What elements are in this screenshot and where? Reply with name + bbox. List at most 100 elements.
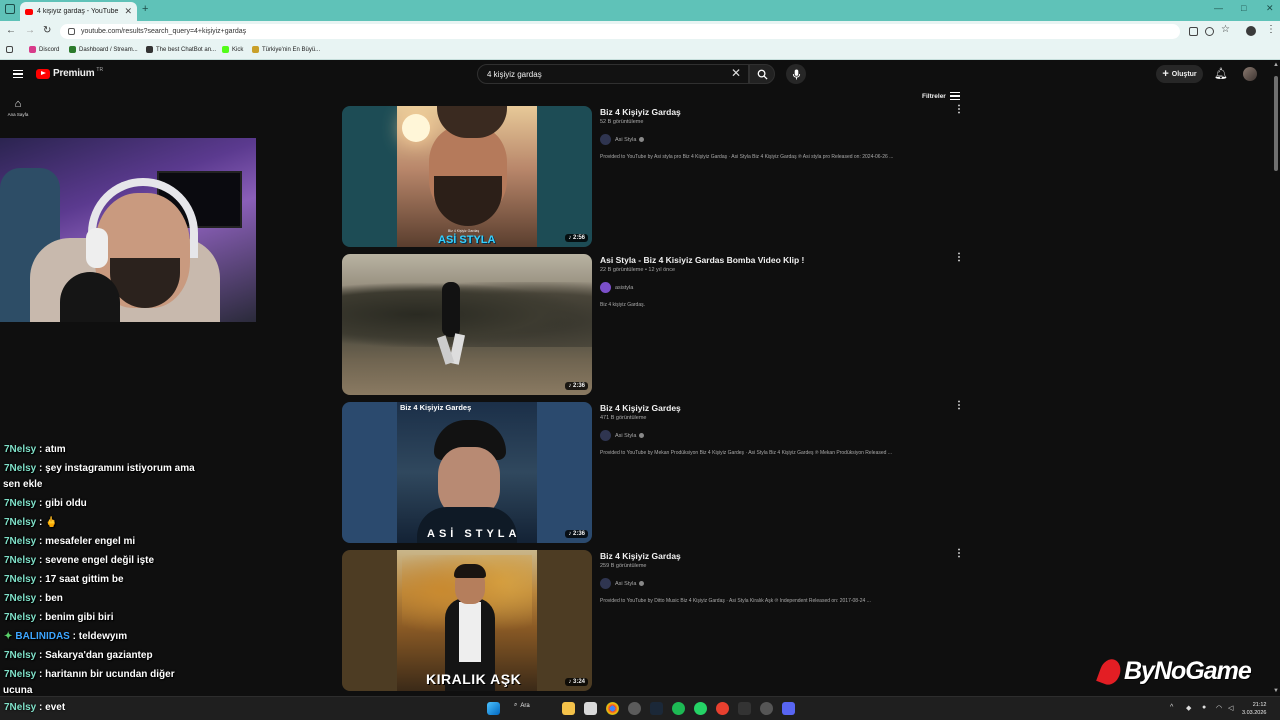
apps-grid-icon[interactable]: [6, 46, 16, 53]
thumbnail-title-text: Biz 4 Kişiyiz Gardeş: [400, 403, 472, 412]
system-clock[interactable]: 21:12 3.03.2026: [1242, 701, 1266, 717]
site-info-icon[interactable]: [68, 28, 75, 35]
search-icon: ⌕: [514, 702, 518, 708]
streamlabs-icon: [69, 46, 76, 53]
menu-hamburger-icon[interactable]: [13, 70, 23, 78]
kick-icon: [222, 46, 229, 53]
channel-link[interactable]: Asi Styla: [600, 134, 960, 145]
video-meta: 471 B görüntüleme: [600, 415, 647, 421]
bookmark-discord[interactable]: Discord: [29, 46, 59, 53]
new-tab-button[interactable]: +: [142, 3, 148, 15]
account-avatar[interactable]: [1243, 67, 1257, 81]
chat-message-latest: 7Nelsy : evet: [4, 702, 66, 713]
tray-chevron-icon[interactable]: ^: [1170, 704, 1173, 711]
tray-app-icon[interactable]: ◆: [1186, 704, 1191, 712]
filters-button[interactable]: Filtreler: [922, 92, 960, 100]
more-actions-icon[interactable]: ⋮: [954, 549, 964, 559]
video-result-3[interactable]: Biz 4 Kişiyiz Gardeş ASİ STYLA ♪ 2:36 Bi…: [342, 401, 964, 543]
sidebar-item-home[interactable]: ⌂ Ana Sayfa: [4, 98, 32, 117]
video-title[interactable]: Asi Styla - Biz 4 Kisiyiz Gardas Bomba V…: [600, 254, 960, 266]
eye-off-icon[interactable]: [1205, 27, 1214, 36]
bynogame-mark-icon: [1096, 655, 1124, 688]
more-actions-icon[interactable]: ⋮: [954, 401, 964, 411]
bookmark-dashboard[interactable]: Dashboard / Stream...: [69, 46, 138, 53]
scroll-up-icon[interactable]: ▲: [1273, 62, 1279, 68]
youtube-premium-logo[interactable]: Premium TR: [36, 67, 103, 79]
video-title[interactable]: Biz 4 Kişiyiz Gardaş: [600, 106, 960, 118]
search-button[interactable]: [749, 64, 775, 84]
video-result-2[interactable]: ♪ 2:36 Asi Styla - Biz 4 Kisiyiz Gardas …: [342, 253, 964, 395]
whatsapp-icon[interactable]: [694, 702, 707, 715]
reload-icon[interactable]: ↻: [43, 25, 51, 36]
duration-badge: ♪ 2:56: [565, 234, 588, 242]
chat-message: 7Nelsy : şey instagramını istiyorum ama s…: [3, 463, 195, 490]
forward-icon[interactable]: →: [25, 25, 35, 36]
cast-icon[interactable]: [1189, 27, 1198, 36]
chatgpt-icon[interactable]: [760, 702, 773, 715]
app-icon[interactable]: [738, 702, 751, 715]
obs-icon[interactable]: [716, 702, 729, 715]
chrome-icon[interactable]: [606, 702, 619, 715]
channel-link[interactable]: Asi Styla: [600, 430, 960, 441]
tab-search-icon[interactable]: [5, 4, 15, 14]
bookmark-chatbot[interactable]: The best ChatBot an...: [146, 46, 216, 53]
home-icon: ⌂: [14, 98, 22, 110]
video-result-4[interactable]: KIRALIK AŞK ♪ 3:24 Biz 4 Kişiyiz Gardaş …: [342, 549, 964, 691]
back-icon[interactable]: ←: [6, 25, 16, 36]
clear-search-icon[interactable]: ✕: [731, 66, 741, 80]
channel-link[interactable]: asistyla: [600, 282, 960, 293]
page-scrollbar[interactable]: [1272, 60, 1280, 696]
channel-link[interactable]: Asi Styla: [600, 578, 960, 589]
video-title[interactable]: Biz 4 Kişiyiz Gardaş: [600, 550, 960, 562]
video-description: Biz 4 kişiyiz Gardaş.: [600, 302, 646, 308]
address-toolbar: ← → ↻ youtube.com/results?search_query=4…: [0, 21, 1280, 42]
chat-message: 7Nelsy : 17 saat gittim be: [4, 574, 124, 585]
video-meta: 22 B görüntüleme • 12 yıl önce: [600, 267, 675, 273]
video-thumbnail[interactable]: KIRALIK AŞK ♪ 3:24: [342, 550, 592, 691]
spotify-icon[interactable]: [672, 702, 685, 715]
browser-profile-avatar[interactable]: [1246, 26, 1256, 36]
bynogame-logo: ByNoGame: [1096, 655, 1252, 688]
channel-avatar: [600, 134, 611, 145]
chatbot-icon: [146, 46, 153, 53]
video-title[interactable]: Biz 4 Kişiyiz Gardeş: [600, 402, 960, 414]
browser-menu-icon[interactable]: ⋮: [1266, 24, 1276, 35]
search-icon: [757, 69, 768, 80]
app-icon[interactable]: [628, 702, 641, 715]
more-actions-icon[interactable]: ⋮: [954, 253, 964, 263]
bookmark-turkiye[interactable]: Türkiye'nin En Büyü...: [252, 46, 320, 53]
voice-search-button[interactable]: [786, 64, 806, 84]
scroll-down-icon[interactable]: ▼: [1273, 688, 1279, 694]
maximize-icon[interactable]: □: [1241, 3, 1246, 13]
badge-diamond-icon: ✦: [4, 631, 13, 642]
more-actions-icon[interactable]: ⋮: [954, 105, 964, 115]
notifications-bell-icon[interactable]: 🔔︎: [1214, 67, 1228, 80]
chat-overlay: 7Nelsy : atım 7Nelsy : şey instagramını …: [0, 444, 210, 720]
file-explorer-icon[interactable]: [562, 702, 575, 715]
browser-tab-youtube[interactable]: 4 kişiyiz gardaş - YouTube ✕: [20, 2, 137, 21]
steam-icon[interactable]: [650, 702, 663, 715]
windows-start-icon[interactable]: [487, 702, 500, 715]
video-thumbnail[interactable]: Biz 4 Kişiyiz Gardeş ASİ STYLA ♪ 2:36: [342, 402, 592, 543]
duration-badge: ♪ 3:24: [565, 678, 588, 686]
bookmark-kick[interactable]: Kick: [222, 46, 243, 53]
video-description: Provided to YouTube by Ditto Music Biz 4…: [600, 598, 871, 604]
tab-close-icon[interactable]: ✕: [124, 6, 132, 17]
calendar-app-icon[interactable]: [584, 702, 597, 715]
video-thumbnail[interactable]: Biz 4 Kişiyiz Gardaş ASİ STYLA ♪ 2:56: [342, 106, 592, 247]
close-window-icon[interactable]: ✕: [1266, 3, 1274, 14]
bookmark-star-icon[interactable]: ☆: [1221, 24, 1230, 35]
search-input[interactable]: 4 kişiyiz gardaş: [477, 64, 749, 84]
thumbnail-text: ASİ STYLA: [438, 234, 496, 246]
volume-icon[interactable]: ◁: [1228, 704, 1233, 712]
video-thumbnail[interactable]: ♪ 2:36: [342, 254, 592, 395]
video-result-1[interactable]: Biz 4 Kişiyiz Gardaş ASİ STYLA ♪ 2:56 Bi…: [342, 105, 964, 247]
create-button[interactable]: + Oluştur: [1156, 65, 1203, 83]
tray-app-icon[interactable]: ●: [1202, 704, 1206, 711]
wifi-icon[interactable]: ◠: [1216, 704, 1222, 712]
taskbar-search[interactable]: ⌕ Ara: [514, 702, 530, 709]
discord-icon[interactable]: [782, 702, 795, 715]
url-bar[interactable]: youtube.com/results?search_query=4+kişiy…: [60, 24, 1180, 39]
scrollbar-thumb[interactable]: [1274, 76, 1278, 171]
minimize-icon[interactable]: —: [1214, 3, 1223, 13]
